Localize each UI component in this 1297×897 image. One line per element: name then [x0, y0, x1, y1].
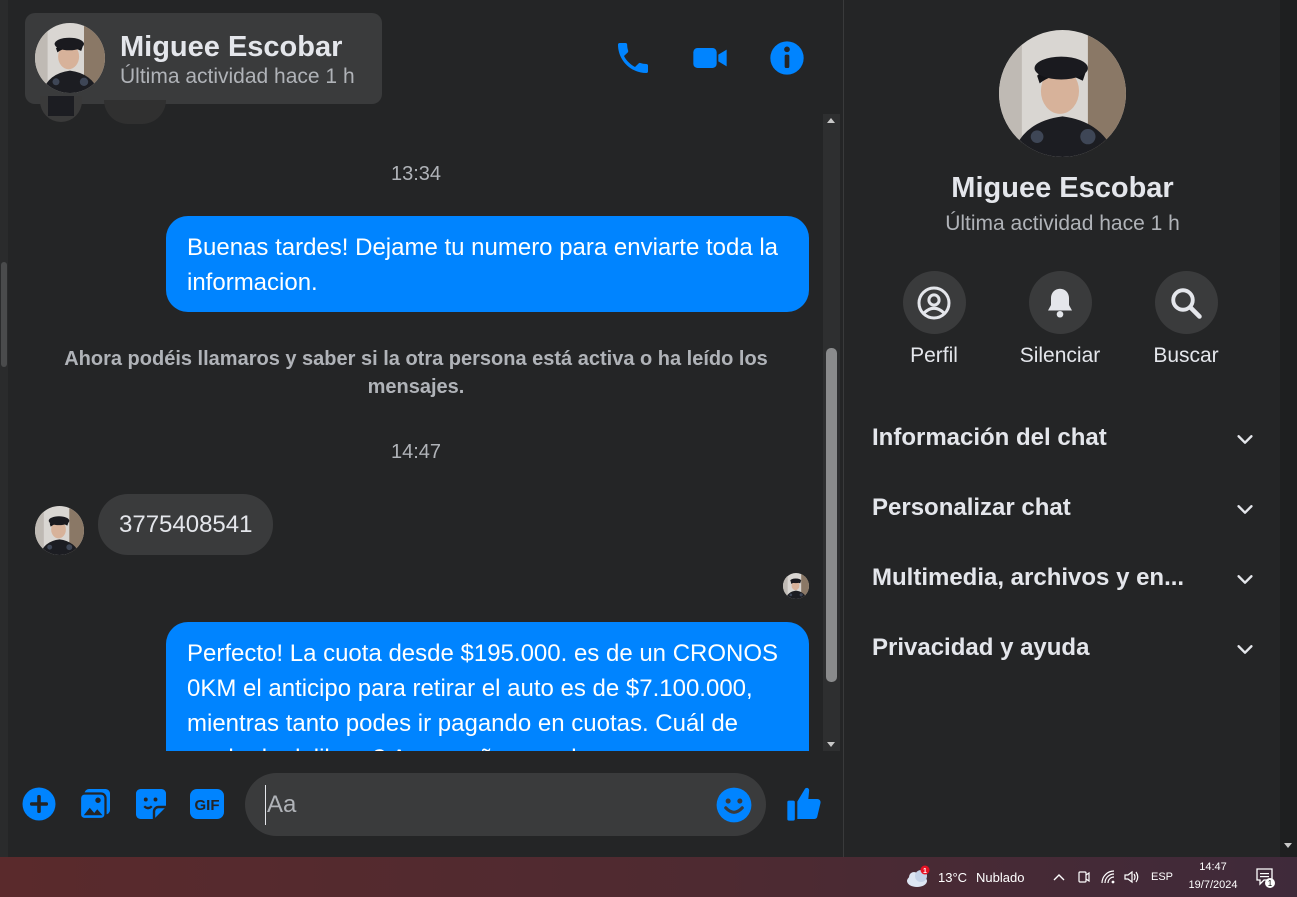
weather-cloud-icon[interactable]: 1 — [904, 865, 932, 889]
scroll-up-arrow[interactable] — [827, 118, 835, 123]
chat-pane: Miguee Escobar Última actividad hace 1 h… — [0, 0, 843, 857]
conversation-info-panel: Miguee Escobar Última actividad hace 1 h… — [843, 0, 1280, 857]
chevron-down-icon — [1237, 645, 1253, 654]
system-notice: Ahora podéis llamaros y saber si la otra… — [64, 348, 768, 398]
section-title: Personalizar chat — [872, 494, 1071, 521]
left-scrollbar-thumb[interactable] — [1, 262, 7, 367]
timestamp: 13:34 — [390, 163, 442, 185]
section-privacy-help[interactable]: Privacidad y ayuda — [872, 628, 1256, 668]
sender-avatar[interactable] — [35, 506, 84, 555]
volume-icon[interactable] — [1123, 869, 1139, 885]
previous-message-bubble — [104, 100, 166, 124]
search-button[interactable]: Buscar — [1126, 271, 1246, 368]
section-title: Multimedia, archivos y en... — [872, 564, 1185, 591]
section-media-files[interactable]: Multimedia, archivos y en... — [872, 558, 1256, 598]
search-icon — [1171, 287, 1202, 319]
mute-button[interactable]: Silenciar — [1000, 271, 1120, 368]
message-composer[interactable] — [245, 773, 766, 836]
outgoing-message[interactable]: Buenas tardes! Dejame tu numero para env… — [166, 216, 809, 312]
incoming-message[interactable]: 3775408541 — [98, 494, 274, 555]
wifi-icon[interactable] — [1100, 869, 1116, 885]
profile-status: Última actividad hace 1 h — [945, 212, 1180, 235]
profile-button[interactable]: Perfil — [874, 271, 994, 368]
section-title: Información del chat — [872, 424, 1107, 451]
clock-date[interactable]: 19/7/2024 — [1185, 879, 1241, 891]
profile-name: Miguee Escobar — [951, 172, 1174, 204]
sticker-icon[interactable] — [133, 786, 169, 822]
search-label: Buscar — [1153, 344, 1219, 367]
section-customize-chat[interactable]: Personalizar chat — [872, 488, 1256, 528]
window-scroll-down-arrow[interactable] — [1284, 843, 1292, 848]
notifications-icon[interactable]: 1 — [1255, 867, 1279, 889]
emoji-icon[interactable] — [715, 786, 753, 824]
phone-call-icon[interactable] — [613, 38, 653, 78]
message-clip: Perfecto! La cuota desde $195.000. es de… — [0, 600, 822, 751]
contact-status: Última actividad hace 1 h — [120, 65, 355, 88]
video-call-icon[interactable] — [690, 38, 730, 78]
svg-text:1: 1 — [1268, 879, 1273, 888]
info-icon[interactable] — [767, 38, 807, 78]
profile-icon — [917, 286, 951, 319]
timestamp: 14:47 — [390, 441, 442, 463]
scrollbar-thumb[interactable] — [826, 348, 837, 682]
chat-scrollbar[interactable] — [823, 114, 840, 751]
section-title: Privacidad y ayuda — [872, 634, 1090, 661]
contact-name[interactable]: Miguee Escobar — [120, 31, 342, 64]
scroll-down-arrow[interactable] — [827, 742, 835, 747]
bell-icon — [1048, 288, 1072, 318]
photo-icon[interactable] — [77, 786, 113, 822]
taskbar: 1 13°C Nublado ESP 14:47 19/7/2024 1 — [0, 857, 1297, 897]
outgoing-message[interactable]: Perfecto! La cuota desde $195.000. es de… — [166, 622, 809, 751]
previous-message-avatar — [40, 96, 82, 122]
message-input[interactable] — [265, 785, 705, 825]
chevron-up-icon[interactable] — [1052, 870, 1066, 884]
svg-text:GIF: GIF — [195, 797, 220, 814]
window-scrollbar[interactable] — [1280, 0, 1297, 857]
profile-avatar[interactable] — [999, 30, 1126, 157]
gif-icon[interactable]: GIF — [189, 786, 225, 822]
weather-desc[interactable]: Nublado — [976, 870, 1024, 885]
mute-label: Silenciar — [1019, 344, 1101, 367]
clock-time[interactable]: 14:47 — [1185, 861, 1241, 873]
contact-avatar[interactable] — [35, 23, 105, 93]
section-chat-info[interactable]: Información del chat — [872, 418, 1256, 458]
svg-text:1: 1 — [923, 868, 927, 875]
plus-icon[interactable] — [21, 786, 57, 822]
meet-now-icon[interactable] — [1077, 869, 1091, 885]
chevron-down-icon — [1237, 575, 1253, 584]
messenger-window: Miguee Escobar Última actividad hace 1 h… — [0, 0, 1297, 897]
chevron-down-icon — [1237, 505, 1253, 514]
weather-temp[interactable]: 13°C — [938, 870, 967, 885]
chat-header[interactable]: Miguee Escobar Última actividad hace 1 h — [25, 13, 382, 104]
language-indicator[interactable]: ESP — [1151, 871, 1173, 883]
seen-indicator-avatar — [783, 573, 809, 599]
chevron-down-icon — [1237, 435, 1253, 444]
profile-label: Perfil — [910, 344, 958, 367]
like-icon[interactable] — [784, 784, 824, 824]
